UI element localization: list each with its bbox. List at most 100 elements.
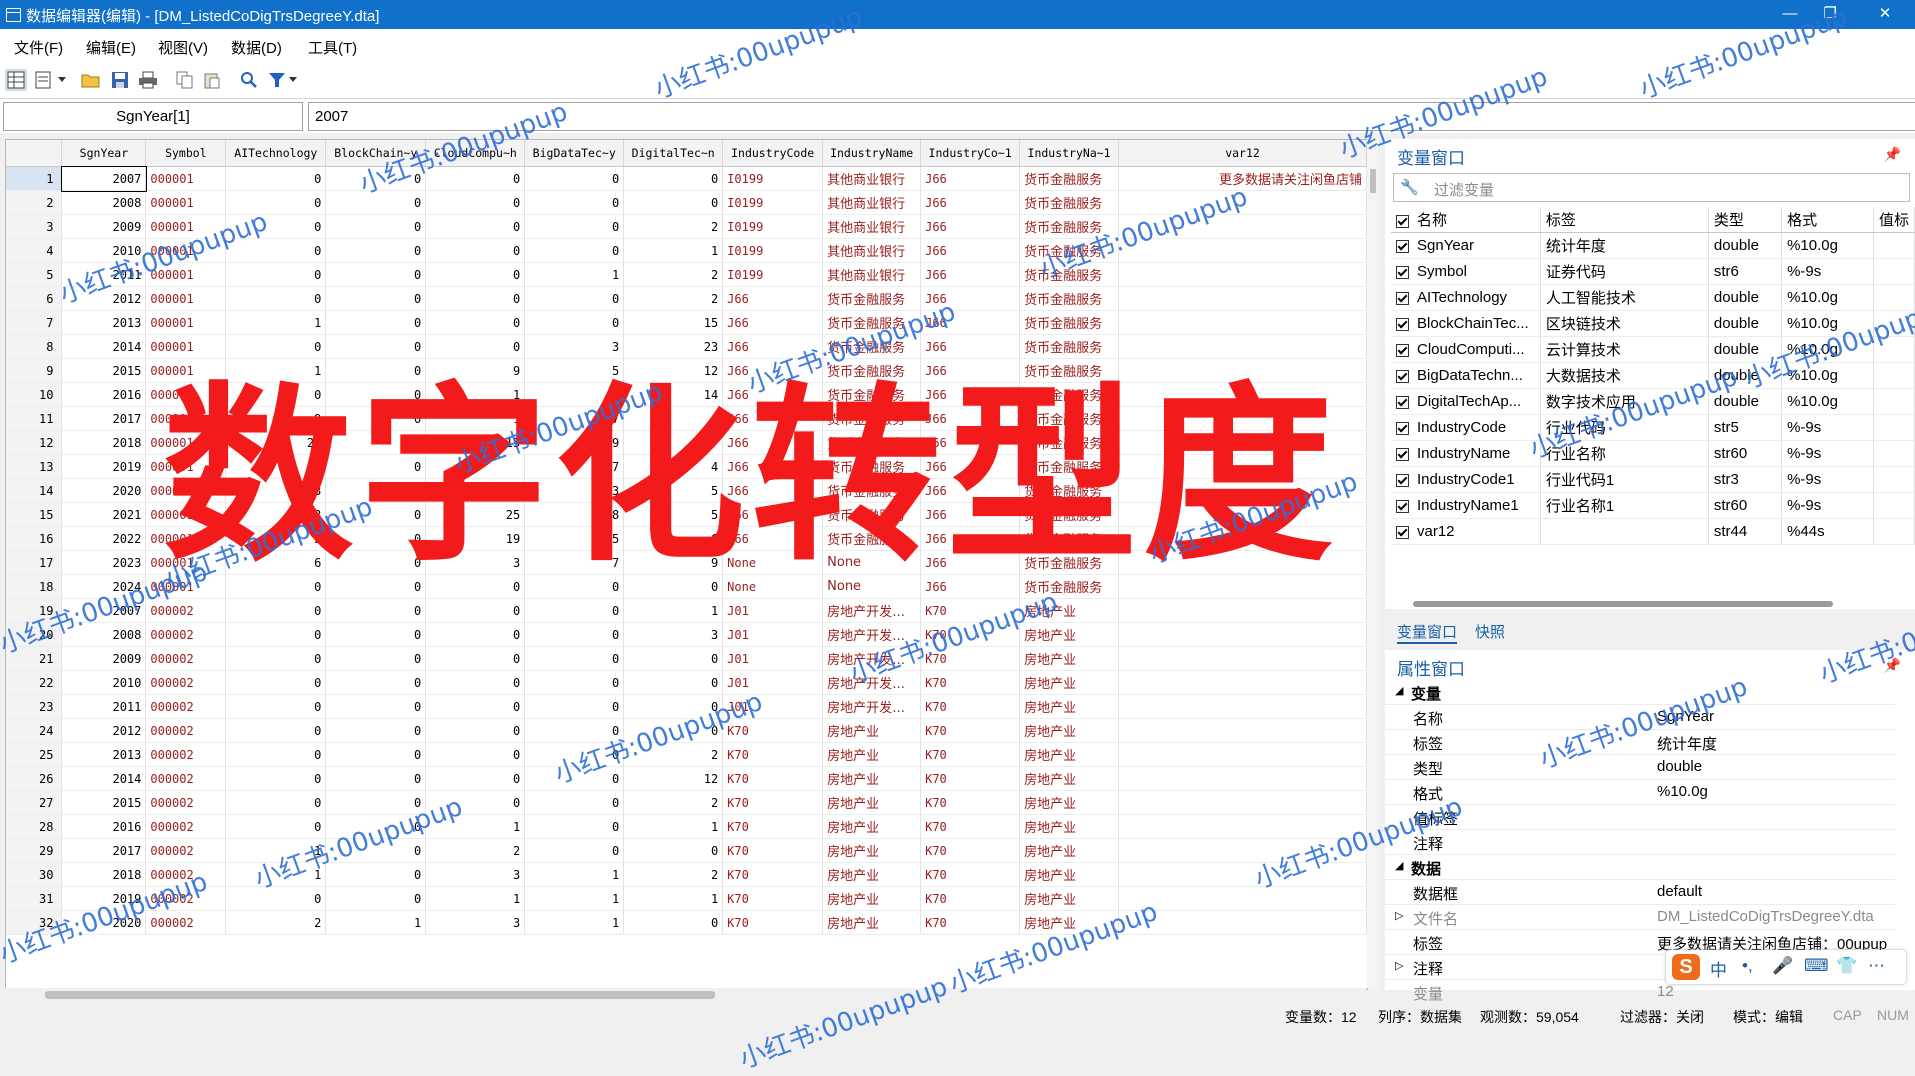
grid-cell[interactable]: 0 [524, 670, 625, 695]
row-number[interactable]: 2 [6, 190, 63, 215]
variable-visible-checkbox[interactable] [1396, 447, 1409, 461]
table-row[interactable]: 27 2015 000002 0 0 0 0 2 K70 房地产业 K70 房地产业 [6, 790, 1367, 815]
grid-cell[interactable]: 其他商业银行 [822, 166, 922, 191]
variable-visible-checkbox[interactable] [1396, 317, 1409, 331]
variable-row[interactable]: IndustryName 行业名称 str60 %-9s [1391, 440, 1915, 467]
table-row[interactable]: 1 2007 000001 0 0 0 0 0 I0199 其他商业银行 J66 货币金融服务 更多数据… [6, 165, 1367, 192]
grid-cell[interactable]: 2008 [61, 190, 147, 215]
grid-cell[interactable] [1118, 262, 1367, 287]
variable-visible-checkbox[interactable] [1396, 525, 1409, 539]
tab-variables[interactable]: 变量窗口 [1397, 621, 1458, 644]
row-number[interactable]: 6 [6, 286, 63, 311]
variable-row[interactable]: AITechnology 人工智能技术 double %10.0g [1391, 284, 1915, 311]
grid-cell[interactable]: 000002 [145, 694, 227, 719]
row-number[interactable]: 1 [6, 166, 63, 191]
grid-cell[interactable]: 2019 [61, 454, 147, 479]
variable-row[interactable]: Symbol 证券代码 str6 %-9s [1391, 258, 1915, 285]
grid-cell[interactable]: 2015 [61, 790, 147, 815]
grid-cell[interactable]: 000002 [145, 766, 227, 791]
grid-cell[interactable]: 2016 [61, 382, 147, 407]
column-header[interactable]: IndustryNa~1 [1019, 140, 1120, 167]
grid-cell[interactable]: 1 [623, 238, 724, 263]
grid-cell[interactable]: J66 [722, 286, 824, 311]
grid-cell[interactable]: 2014 [61, 766, 147, 791]
grid-cell[interactable]: 0 [225, 166, 327, 191]
grid-cell[interactable]: 0 [524, 814, 625, 839]
property-row[interactable]: 数据框 default [1385, 880, 1895, 905]
grid-cell[interactable]: 2009 [61, 214, 147, 239]
grid-cell[interactable]: J66 [722, 310, 824, 335]
variable-visible-checkbox[interactable] [1396, 499, 1409, 513]
grid-cell[interactable]: 0 [325, 718, 427, 743]
grid-cell[interactable]: 0 [325, 622, 427, 647]
grid-cell[interactable]: 000001 [145, 190, 227, 215]
grid-cell[interactable]: 0 [425, 190, 526, 215]
print-icon[interactable] [137, 69, 159, 91]
row-number[interactable]: 17 [6, 550, 63, 575]
property-group-data[interactable]: ◢ 数据 [1385, 855, 1895, 880]
grid-cell[interactable]: K70 [722, 790, 824, 815]
grid-cell[interactable]: K70 [722, 910, 824, 935]
row-number[interactable]: 30 [6, 862, 63, 887]
grid-cell[interactable]: 房地产业 [1019, 862, 1120, 887]
grid-cell[interactable]: K70 [920, 814, 1021, 839]
grid-cell[interactable]: 0 [325, 286, 427, 311]
variable-row[interactable]: IndustryName1 行业名称1 str60 %-9s [1391, 492, 1915, 519]
grid-cell[interactable]: 房地产业 [1019, 742, 1120, 767]
grid-cell[interactable]: I0199 [722, 214, 824, 239]
grid-cell[interactable]: K70 [920, 694, 1021, 719]
grid-cell[interactable]: 0 [225, 790, 327, 815]
grid-cell[interactable]: 0 [425, 286, 526, 311]
grid-cell[interactable]: 0 [524, 694, 625, 719]
variable-visible-checkbox[interactable] [1396, 369, 1409, 383]
grid-cell[interactable] [1118, 334, 1367, 359]
grid-cell[interactable]: 货币金融服务 [1019, 166, 1120, 191]
property-row[interactable]: 类型 double [1385, 755, 1895, 780]
grid-cell[interactable]: 2023 [61, 550, 147, 575]
grid-cell[interactable]: 房地产业 [1019, 718, 1120, 743]
grid-cell[interactable]: 2018 [61, 430, 147, 455]
grid-cell[interactable]: 0 [225, 742, 327, 767]
grid-cell[interactable]: 2021 [61, 502, 147, 527]
grid-cell[interactable] [1118, 598, 1367, 623]
grid-cell[interactable]: K70 [722, 886, 824, 911]
grid-cell[interactable] [1118, 310, 1367, 335]
grid-cell[interactable]: 0 [425, 262, 526, 287]
grid-cell[interactable]: 000001 [145, 310, 227, 335]
grid-cell[interactable]: K70 [920, 790, 1021, 815]
open-folder-icon[interactable] [80, 69, 102, 91]
grid-cell[interactable]: 0 [325, 694, 427, 719]
property-row[interactable]: 格式 %10.0g [1385, 780, 1895, 805]
column-header[interactable]: SgnYear [61, 140, 147, 167]
grid-cell[interactable]: 0 [425, 766, 526, 791]
grid-cell[interactable]: 000001 [145, 334, 227, 359]
variables-column-header[interactable]: 标签 [1540, 207, 1709, 233]
column-header[interactable]: AITechnology [225, 140, 327, 167]
grid-cell[interactable]: 1 [623, 598, 724, 623]
grid-cell[interactable]: I0199 [722, 262, 824, 287]
variable-row[interactable]: var12 str44 %44s [1391, 518, 1915, 545]
grid-cell[interactable]: 000001 [145, 286, 227, 311]
row-number[interactable]: 13 [6, 454, 63, 479]
grid-cell[interactable]: 其他商业银行 [822, 190, 922, 215]
grid-cell[interactable]: 房地产业 [822, 814, 922, 839]
grid-cell[interactable]: 2009 [61, 646, 147, 671]
scroll-thumb[interactable] [45, 991, 715, 999]
grid-cell[interactable]: 1 [524, 862, 625, 887]
row-number[interactable]: 29 [6, 838, 63, 863]
save-icon[interactable] [109, 69, 131, 91]
grid-cell[interactable]: K70 [722, 862, 824, 887]
variable-visible-checkbox[interactable] [1396, 473, 1409, 487]
table-row[interactable]: 7 2013 000001 1 0 0 0 15 J66 货币金融服务 J66 货币金融服务 [6, 310, 1367, 335]
row-number[interactable]: 8 [6, 334, 63, 359]
grid-cell[interactable]: 0 [425, 238, 526, 263]
grid-cell[interactable]: 0 [325, 238, 427, 263]
grid-cell[interactable]: 房地产业 [1019, 622, 1120, 647]
grid-cell[interactable]: 0 [225, 334, 327, 359]
grid-cell[interactable]: 0 [325, 646, 427, 671]
grid-cell[interactable] [1118, 670, 1367, 695]
grid-cell[interactable]: 0 [225, 262, 327, 287]
grid-cell[interactable]: 2016 [61, 814, 147, 839]
grid-cell[interactable]: 其他商业银行 [822, 238, 922, 263]
grid-cell[interactable]: 0 [524, 310, 625, 335]
